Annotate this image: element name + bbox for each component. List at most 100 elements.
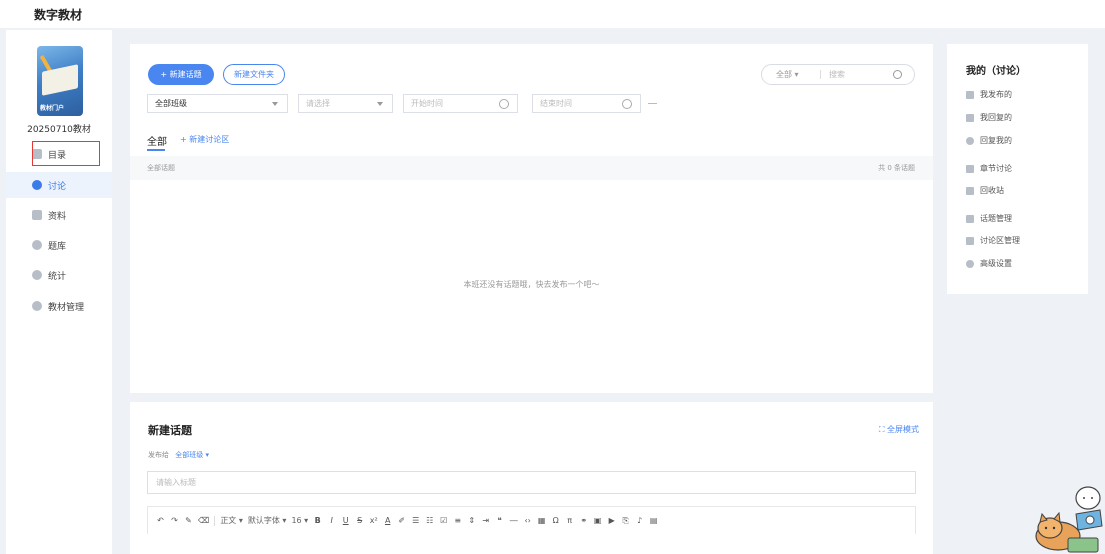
strikethrough-icon[interactable]: S: [355, 516, 364, 525]
clear-format-icon[interactable]: ⌫: [198, 516, 209, 525]
gear-icon: [32, 301, 42, 311]
attachment-icon[interactable]: ⎘: [621, 516, 630, 526]
topic-management-link[interactable]: 话题管理: [966, 213, 1012, 224]
new-topic-editor: 新建话题 ⛶ 全屏模式 发布给 全部班级 ▾ ↶ ↷ ✎ ⌫ 正文 ▾ 默认字体…: [130, 402, 933, 554]
my-replied-link[interactable]: 我回复的: [966, 112, 1012, 123]
audio-icon[interactable]: ♪: [635, 516, 644, 525]
font-size-select[interactable]: 16 ▾: [291, 516, 308, 525]
class-select[interactable]: 全部班级: [147, 94, 288, 113]
fullscreen-button[interactable]: ⛶ 全屏模式: [879, 424, 919, 435]
chat-icon: [966, 136, 974, 145]
editor-toolbar: ↶ ↷ ✎ ⌫ 正文 ▾ 默认字体 ▾ 16 ▾ B I U S x² A ✐ …: [147, 506, 916, 534]
class-select-value: 全部班级: [155, 99, 187, 108]
replies-to-me-link[interactable]: 回复我的: [966, 135, 1012, 146]
end-time-placeholder: 结束时间: [540, 99, 572, 108]
formula-icon[interactable]: π: [565, 516, 574, 525]
align-icon[interactable]: ≡: [453, 516, 462, 525]
sidebar-item-question-bank[interactable]: 题库: [6, 232, 112, 258]
folder-icon: [32, 210, 42, 220]
superscript-icon[interactable]: x²: [369, 516, 378, 525]
category-select[interactable]: 请选择: [298, 94, 393, 113]
line-height-icon[interactable]: ⇕: [467, 516, 476, 525]
checklist-icon[interactable]: ☑: [439, 516, 448, 525]
divider-icon[interactable]: ―: [509, 516, 518, 525]
search-icon[interactable]: [893, 70, 902, 79]
empty-state-text: 本班还没有话题哦，快去发布一个吧～: [463, 280, 600, 289]
font-size-value: 16: [291, 516, 302, 525]
new-topic-button[interactable]: + 新建话题: [148, 64, 214, 85]
sidebar-item-discussion[interactable]: 讨论: [6, 172, 112, 198]
highlight-box: [32, 141, 100, 166]
reply-icon: [966, 113, 974, 122]
chevron-down-icon: [377, 102, 383, 106]
book-cover[interactable]: 教材门户: [37, 46, 83, 116]
sidebar-item-book-management[interactable]: 教材管理: [6, 293, 112, 319]
grid-icon: [966, 214, 974, 223]
sidebar-item-resources[interactable]: 资料: [6, 202, 112, 228]
sidebar-item-label: 资料: [48, 211, 67, 222]
clock-icon: [499, 99, 509, 109]
ordered-list-icon[interactable]: ☰: [411, 516, 420, 525]
image-icon[interactable]: ▣: [593, 516, 602, 525]
my-discussion-panel: 我的（讨论） 我发布的 我回复的 回复我的 章节讨论 回收站 话题管理 讨论区管…: [947, 44, 1088, 294]
start-time-placeholder: 开始时间: [411, 99, 443, 108]
editor-title: 新建话题: [148, 424, 192, 437]
font-select[interactable]: 默认字体 ▾: [248, 515, 287, 526]
recycle-bin-link[interactable]: 回收站: [966, 185, 1004, 196]
topic-count: 共 0 条话题: [878, 164, 915, 172]
trash-icon: [966, 186, 974, 195]
search-scope-value: 全部: [776, 70, 792, 79]
area-management-label: 讨论区管理: [980, 236, 1020, 245]
tab-all[interactable]: 全部: [147, 133, 167, 148]
new-discussion-area-button[interactable]: + 新建讨论区: [180, 134, 229, 145]
chapter-discussion-link[interactable]: 章节讨论: [966, 163, 1012, 174]
format-brush-icon[interactable]: ✎: [184, 516, 193, 525]
topic-list-title: 全部话题: [147, 164, 175, 172]
italic-icon[interactable]: I: [327, 516, 336, 525]
code-icon[interactable]: ‹›: [523, 516, 532, 525]
sidebar-item-statistics[interactable]: 统计: [6, 262, 112, 288]
tag-icon: [966, 236, 974, 245]
end-time-input[interactable]: 结束时间: [532, 94, 641, 113]
undo-icon[interactable]: ↶: [156, 516, 165, 525]
redo-icon[interactable]: ↷: [170, 516, 179, 525]
chevron-down-icon: [272, 102, 278, 106]
tab-active-indicator: [147, 149, 165, 151]
calendar-icon[interactable]: ▤: [649, 516, 658, 525]
paragraph-select[interactable]: 正文 ▾: [220, 515, 243, 526]
publish-to-label: 发布给: [148, 451, 169, 459]
table-icon[interactable]: ▦: [537, 516, 546, 525]
indent-icon[interactable]: ⇥: [481, 516, 490, 525]
discussion-panel: + 新建话题 新建文件夹 全部 ▾ 搜索 全部班级 请选择 开始时间 结束时间 …: [130, 44, 933, 393]
underline-icon[interactable]: U: [341, 516, 350, 525]
link-icon[interactable]: ⚭: [579, 516, 588, 525]
video-icon[interactable]: ▶: [607, 516, 616, 525]
publish-target-select[interactable]: 全部班级 ▾: [175, 451, 209, 459]
topic-title-input[interactable]: [147, 471, 916, 494]
publish-icon: [966, 90, 974, 99]
discussion-icon: [32, 180, 42, 190]
area-management-link[interactable]: 讨论区管理: [966, 235, 1020, 246]
pie-chart-icon: [32, 270, 42, 280]
highlight-icon[interactable]: ✐: [397, 516, 406, 525]
book-name: 20250710教材: [27, 125, 91, 135]
search-input[interactable]: 搜索: [829, 69, 893, 80]
app-title: 数字教材: [34, 8, 83, 22]
topic-list-header: 全部话题 共 0 条话题: [130, 156, 933, 180]
quote-icon[interactable]: ❝: [495, 516, 504, 525]
my-published-link[interactable]: 我发布的: [966, 89, 1012, 100]
advanced-settings-link[interactable]: 高级设置: [966, 258, 1012, 269]
category-select-placeholder: 请选择: [306, 99, 330, 108]
font-color-icon[interactable]: A: [383, 516, 392, 525]
recycle-bin-label: 回收站: [980, 186, 1004, 195]
start-time-input[interactable]: 开始时间: [403, 94, 518, 113]
mascot-cat-icon[interactable]: [1028, 480, 1105, 554]
bold-icon[interactable]: B: [313, 516, 322, 525]
fullscreen-label: 全屏模式: [887, 425, 919, 434]
search-divider: [820, 70, 821, 79]
search-scope-select[interactable]: 全部 ▾: [762, 69, 820, 80]
unordered-list-icon[interactable]: ☷: [425, 516, 434, 525]
new-folder-button[interactable]: 新建文件夹: [223, 64, 285, 85]
special-char-icon[interactable]: Ω: [551, 516, 560, 525]
cover-tag: 教材门户: [40, 105, 65, 112]
